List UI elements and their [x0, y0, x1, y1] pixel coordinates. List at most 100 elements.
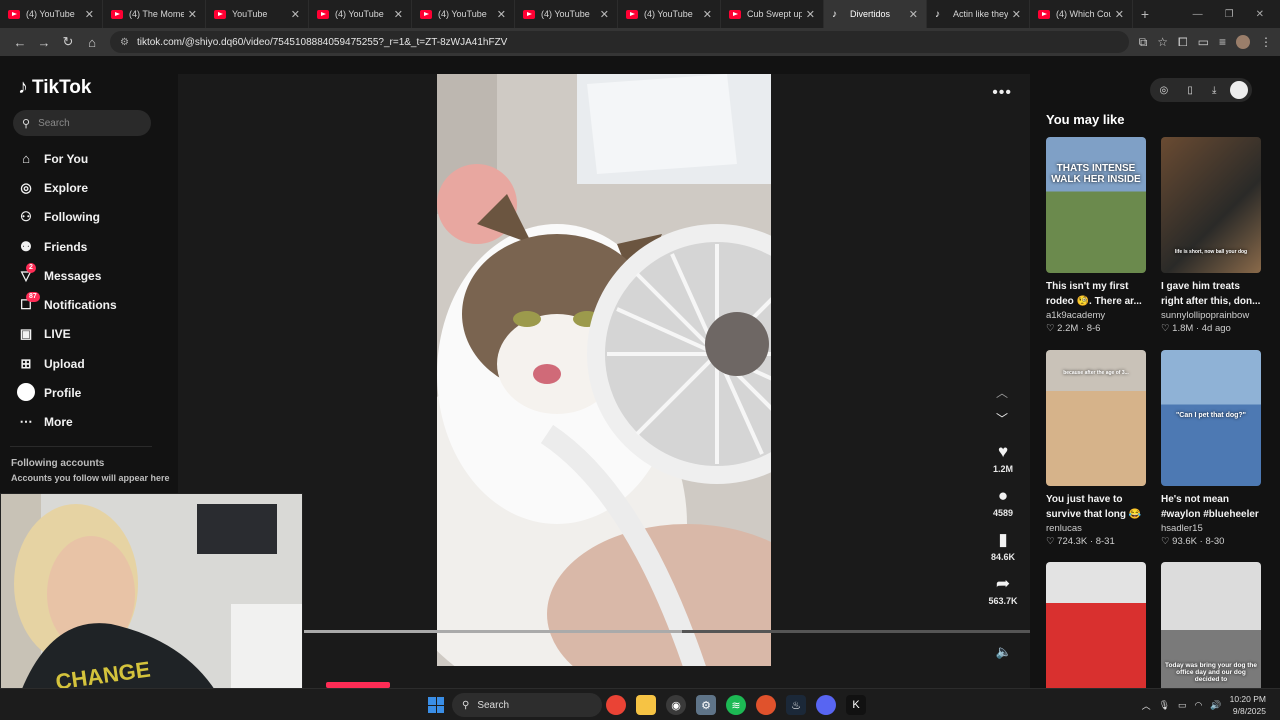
browser-tab[interactable]: YouTube ✕: [206, 0, 309, 28]
card-title[interactable]: This isn't my first rodeo 🧐. There ar...: [1046, 279, 1146, 309]
steam-icon[interactable]: ♨: [786, 695, 806, 715]
browser-tab[interactable]: (4) Which Coun ✕: [1030, 0, 1133, 28]
minimize-icon[interactable]: —: [1193, 9, 1203, 20]
card-username[interactable]: a1k9academy: [1046, 310, 1146, 321]
bookmark-star-icon[interactable]: ☆: [1157, 35, 1168, 50]
close-tab-icon[interactable]: ✕: [497, 8, 506, 21]
sidebar-item-messages[interactable]: ▽ Messages 2: [16, 261, 166, 290]
brave-icon[interactable]: [756, 695, 776, 715]
tray-chevron-icon[interactable]: ︿: [1142, 699, 1151, 712]
close-tab-icon[interactable]: ✕: [291, 8, 300, 21]
split-view-icon[interactable]: ▭: [1198, 35, 1209, 50]
browser-tab[interactable]: (4) YouTube ✕: [515, 0, 618, 28]
home-browser-icon[interactable]: ⌂: [80, 31, 104, 53]
sidebar-item-friends[interactable]: ⚉ Friends: [16, 232, 166, 261]
browser-tab[interactable]: ♪ Divertidos ✕: [824, 0, 927, 28]
sidebar-item-profile[interactable]: Profile: [16, 378, 166, 407]
close-tab-icon[interactable]: ✕: [394, 8, 403, 21]
browser-tab[interactable]: Cub Swept up ✕: [721, 0, 824, 28]
browser-tab[interactable]: (4) YouTube ✕: [309, 0, 412, 28]
search-box[interactable]: ⚲ Search: [13, 110, 151, 136]
close-tab-icon[interactable]: ✕: [600, 8, 609, 21]
bookmark-action[interactable]: ▮ 84.6K: [980, 530, 1026, 562]
browser-tab[interactable]: (4) The Momen ✕: [103, 0, 206, 28]
download-icon[interactable]: ⤓: [1212, 85, 1216, 96]
recommended-video-card[interactable]: because after the age of 3... You just ha…: [1046, 350, 1146, 547]
close-tab-icon[interactable]: ✕: [806, 8, 815, 21]
discord-icon[interactable]: [816, 695, 836, 715]
video-thumbnail[interactable]: Today was bring your dog the office day …: [1161, 562, 1261, 698]
obs-icon[interactable]: ◉: [666, 695, 686, 715]
card-username[interactable]: renlucas: [1046, 523, 1146, 534]
browser-tab[interactable]: (4) YouTube ✕: [0, 0, 103, 28]
reload-icon[interactable]: ↻: [56, 31, 80, 53]
recommended-video-card[interactable]: THATS INTENSE WALK HER INSIDE This isn't …: [1046, 137, 1146, 334]
sidebar-item-for-you[interactable]: ⌂ For You: [16, 144, 166, 173]
video-frame[interactable]: [437, 74, 771, 666]
card-title[interactable]: You just have to survive that long 😂 ...: [1046, 492, 1146, 522]
kick-icon[interactable]: K: [846, 695, 866, 715]
speaker-icon[interactable]: 🔊: [1210, 700, 1221, 711]
chrome-icon[interactable]: [606, 695, 626, 715]
next-video-icon[interactable]: ﹀: [996, 410, 1008, 427]
maximize-icon[interactable]: ❐: [1225, 9, 1234, 20]
video-thumbnail[interactable]: life is short, now ball your dog: [1161, 137, 1261, 273]
video-thumbnail[interactable]: "Can I pet that dog?": [1161, 350, 1261, 486]
coin-icon[interactable]: ◎: [1160, 85, 1169, 96]
sidebar-item-more[interactable]: ⋯ More: [16, 408, 166, 437]
share-action[interactable]: ➦ 563.7K: [980, 574, 1026, 606]
spotify-icon[interactable]: ≋: [726, 695, 746, 715]
system-clock[interactable]: 10:20 PM 9/8/2025: [1230, 693, 1266, 717]
windows-start-icon[interactable]: [428, 697, 444, 713]
card-title[interactable]: I gave him treats right after this, don.…: [1161, 279, 1261, 309]
install-app-icon[interactable]: ⧉: [1139, 35, 1148, 50]
url-field[interactable]: ⚙ tiktok.com/@shiyo.dq60/video/754510888…: [110, 31, 1129, 53]
new-tab-icon[interactable]: +: [1133, 6, 1157, 22]
close-tab-icon[interactable]: ✕: [1115, 8, 1124, 21]
card-username[interactable]: sunnylollipoprainbow: [1161, 310, 1261, 321]
close-tab-icon[interactable]: ✕: [1012, 8, 1021, 21]
previous-video-icon[interactable]: ︿: [996, 384, 1008, 401]
close-tab-icon[interactable]: ✕: [85, 8, 94, 21]
close-tab-icon[interactable]: ✕: [188, 8, 197, 21]
display-icon[interactable]: ▭: [1178, 700, 1187, 711]
tiktok-logo[interactable]: ♪ TikTok: [18, 76, 91, 99]
like-action[interactable]: ♥ 1.2M: [980, 442, 1026, 474]
close-tab-icon[interactable]: ✕: [703, 8, 712, 21]
mic-icon[interactable]: 🎙: [1159, 700, 1170, 711]
wifi-icon[interactable]: ◠: [1195, 700, 1203, 711]
settings-icon[interactable]: ⚙: [696, 695, 716, 715]
volume-icon[interactable]: 🔈: [996, 644, 1012, 660]
sidebar-item-following[interactable]: ⚇ Following: [16, 203, 166, 232]
user-avatar[interactable]: [1230, 81, 1248, 99]
device-icon[interactable]: ▯: [1187, 85, 1193, 96]
card-username[interactable]: hsadler15: [1161, 523, 1261, 534]
more-options-icon[interactable]: •••: [992, 84, 1012, 102]
forward-icon[interactable]: →: [32, 31, 56, 53]
file-explorer-icon[interactable]: [636, 695, 656, 715]
sidebar-item-notifications[interactable]: ☐ Notifications 87: [16, 290, 166, 319]
sidebar-item-explore[interactable]: ◎ Explore: [16, 173, 166, 202]
browser-menu-icon[interactable]: ⋮: [1260, 35, 1272, 50]
close-tab-icon[interactable]: ✕: [909, 8, 918, 21]
media-control-icon[interactable]: ≡: [1219, 35, 1226, 50]
video-thumbnail[interactable]: because after the age of 3...: [1046, 350, 1146, 486]
recommended-video-card[interactable]: [1046, 562, 1146, 698]
card-title[interactable]: He's not mean #waylon #blueheeler: [1161, 492, 1261, 522]
recommended-video-card[interactable]: life is short, now ball your dog I gave h…: [1161, 137, 1261, 334]
video-thumbnail[interactable]: THATS INTENSE WALK HER INSIDE: [1046, 137, 1146, 273]
sidebar-item-live[interactable]: ▣ LIVE: [16, 320, 166, 349]
browser-profile-avatar[interactable]: [1236, 34, 1250, 49]
back-icon[interactable]: ←: [8, 31, 32, 53]
browser-tab[interactable]: ♪ Actin like they ✕: [927, 0, 1030, 28]
taskbar-search[interactable]: ⚲ Search: [452, 693, 602, 717]
sidebar-item-upload[interactable]: ⊞ Upload: [16, 349, 166, 378]
extensions-icon[interactable]: ⧠: [1178, 35, 1188, 50]
close-window-icon[interactable]: ✕: [1256, 9, 1264, 20]
browser-tab[interactable]: (4) YouTube ✕: [618, 0, 721, 28]
recommended-video-card[interactable]: "Can I pet that dog?" He's not mean #wayl…: [1161, 350, 1261, 547]
video-thumbnail[interactable]: [1046, 562, 1146, 698]
site-info-icon[interactable]: ⚙: [120, 37, 129, 48]
video-progress-bar[interactable]: [304, 630, 1030, 633]
browser-tab[interactable]: (4) YouTube ✕: [412, 0, 515, 28]
